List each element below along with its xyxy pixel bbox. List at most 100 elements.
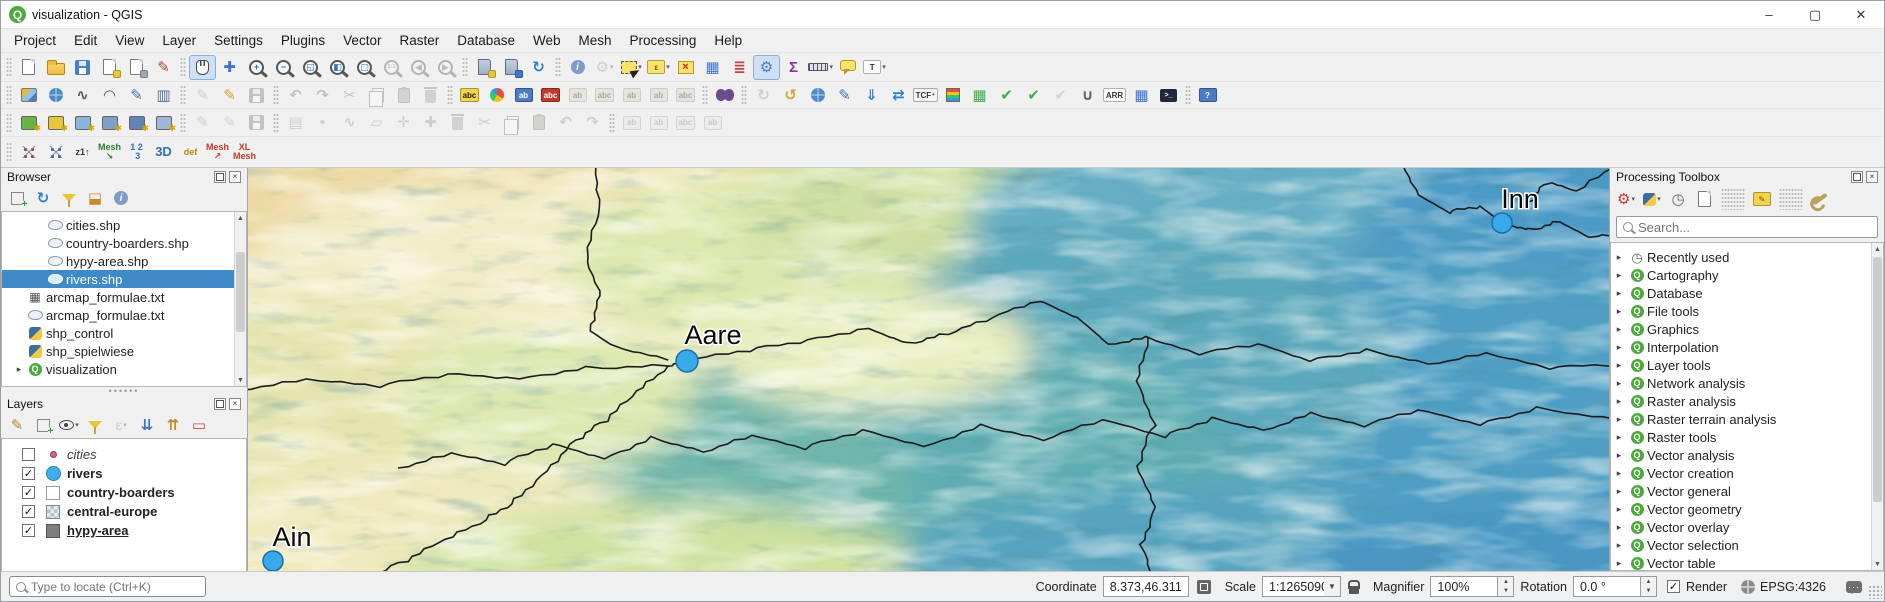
attribute-table-blue-button[interactable]: ▦ [1128,83,1155,108]
new-mesh-layer-button[interactable]: ✱ [123,110,150,135]
browser-filter-button[interactable] [57,187,81,209]
zoom-out-button[interactable]: − [270,55,297,80]
dropdown-arrow-icon[interactable]: ▾ [666,63,670,71]
zoom-next-button[interactable]: ▶ [432,55,459,80]
new-shapefile-layer-button[interactable]: ✱ [42,110,69,135]
browser-properties-button[interactable]: i [109,187,133,209]
toolbar-grip[interactable] [6,112,12,133]
expander-icon[interactable]: ▸ [1611,432,1627,443]
new-virtual-layer-button[interactable]: ✱ [150,110,177,135]
label-tool-c-button[interactable]: abc [672,110,699,135]
check-topology-button[interactable]: ✔ [1020,83,1047,108]
calligraphy-tool-button[interactable]: ✎ [123,83,150,108]
toolbar-grip[interactable] [447,85,453,105]
new-spatialite-layer-button[interactable]: ✱ [69,110,96,135]
identify-features-button[interactable]: i [564,55,591,80]
layer-visibility-checkbox[interactable] [22,448,35,461]
expander-icon[interactable]: ▸ [1611,396,1627,407]
toolbox-group-vector-overlay[interactable]: ▸ Q Vector overlay [1611,518,1871,536]
layer-labeling-button[interactable]: abc [456,83,483,108]
toolbox-group-raster-analysis[interactable]: ▸ Q Raster analysis [1611,392,1871,410]
move-feature-button[interactable]: ✚ [417,110,444,135]
highlight-labels-button[interactable]: abc [591,83,618,108]
locator-box[interactable] [9,576,206,597]
spin-up-icon[interactable]: ▲ [1498,577,1514,587]
paste-edit-button[interactable] [525,110,552,135]
zoom-last-button[interactable]: ◀ [405,55,432,80]
toolbox-group-cartography[interactable]: ▸ Q Cartography [1611,266,1871,284]
label-tool-d-button[interactable]: ab [699,110,726,135]
statistical-summary-button[interactable]: Σ [780,55,807,80]
browser-item-visualization[interactable]: ▸ Qvisualization [2,360,234,378]
new-bookmark-button[interactable] [471,55,498,80]
crs-globe-icon[interactable] [1740,579,1755,594]
browser-refresh-button[interactable]: ↻ [31,187,55,209]
menu-plugins[interactable]: Plugins [272,30,334,51]
mesh-comb-button[interactable]: ▥ [150,83,177,108]
select-features-button[interactable]: ▾ [618,55,645,80]
toggle-editing-button[interactable]: ✎ [216,83,243,108]
deselect-features-button[interactable]: × [672,55,699,80]
layers-float-button[interactable] [214,397,226,410]
toolbox-float-button[interactable] [1851,170,1863,183]
browser-add-layers-button[interactable] [5,187,29,210]
scroll-up-icon[interactable]: ▲ [1874,243,1881,255]
arc-digitize-button[interactable]: ◠ [96,83,123,108]
expander-icon[interactable]: ▸ [1611,486,1627,497]
layer-row-central-europe[interactable]: ✓ central-europe [2,502,246,521]
new-geopackage-layer-button[interactable]: ✱ [15,110,42,135]
menu-raster[interactable]: Raster [390,30,448,51]
rotate-feature-button[interactable]: ↻ [750,83,777,108]
snapping-magnet-button[interactable]: ∪ [1074,83,1101,108]
toolbar-grip[interactable] [1721,188,1745,210]
collapse-all-button[interactable]: ⇈ [161,414,185,436]
label-tool-b-button[interactable]: ab [645,110,672,135]
layer-styling-button[interactable]: ✎ [5,414,29,436]
add-polygon-feature-button[interactable]: ▱ [363,110,390,135]
menu-web[interactable]: Web [524,30,570,51]
scale-lock-icon[interactable] [1348,579,1360,594]
toolbar-grip[interactable] [741,85,747,105]
cut-edit-button[interactable]: ✂ [471,110,498,135]
tcf-plus-button[interactable]: TCF⁺ [912,83,939,108]
move-label-button[interactable]: ab [618,83,645,108]
browser-item-arcmap_formulae.txt[interactable]: ▦ arcmap_formulae.txt [2,288,234,306]
save-project-button[interactable] [69,55,96,80]
layer-diagram-button[interactable] [483,83,510,108]
paste-features-button[interactable] [390,83,417,108]
processing-toolbox-button[interactable]: ⚙ [753,54,780,80]
toolbox-list[interactable]: ▸ ◷ Recently used ▸ Q Cartography ▸ Q Database ▸ Q… [1610,242,1884,571]
map-canvas[interactable]: Inn Aare Ain [248,168,1609,571]
mesh-digitize-button[interactable] [15,140,42,165]
scroll-down-icon[interactable]: ▼ [1874,558,1881,570]
measure-button[interactable]: ▾ [807,55,834,80]
toolbox-group-raster-terrain-analysis[interactable]: ▸ Q Raster terrain analysis [1611,410,1871,428]
toolbar-grip[interactable] [6,57,12,77]
toggle-edit-pencil-button[interactable]: ✎ [216,110,243,135]
pan-map-button[interactable] [189,54,216,80]
menu-help[interactable]: Help [705,30,751,51]
check-geometry-button[interactable]: ✔ [993,83,1020,108]
copy-edit-button[interactable] [498,110,525,135]
select-by-expression-button[interactable]: ε ▾ [645,55,672,80]
copy-features-button[interactable] [363,83,390,108]
menu-processing[interactable]: Processing [621,30,706,51]
mesh-from-layer-button[interactable]: Mesh ↘ [96,140,123,165]
maximize-button[interactable]: ▢ [1792,1,1838,28]
toolbox-group-vector-creation[interactable]: ▸ Q Vector creation [1611,464,1871,482]
toolbar-grip[interactable] [273,85,279,105]
browser-item-cities.shp[interactable]: cities.shp [2,216,234,234]
open-data-source-manager-button[interactable] [15,83,42,108]
rotate-canvas-button[interactable]: ↺ [777,83,804,108]
undo-edit-button[interactable]: ↶ [552,110,579,135]
browser-item-arcmap_formulae.txt[interactable]: arcmap_formulae.txt [2,306,234,324]
rotate-label-button[interactable]: ab [645,83,672,108]
toolbox-group-graphics[interactable]: ▸ Q Graphics [1611,320,1871,338]
check-validity-button[interactable]: ✔ [1047,83,1074,108]
messages-icon[interactable] [1846,580,1862,594]
toolbox-search[interactable] [1616,216,1878,238]
browser-item-shp_control[interactable]: shp_control [2,324,234,342]
dropdown-arrow-icon[interactable]: ▾ [1657,195,1661,203]
mesh-123-button[interactable]: 1 2 3 [123,140,150,165]
toolbox-history-button[interactable]: ◷ [1666,188,1690,210]
